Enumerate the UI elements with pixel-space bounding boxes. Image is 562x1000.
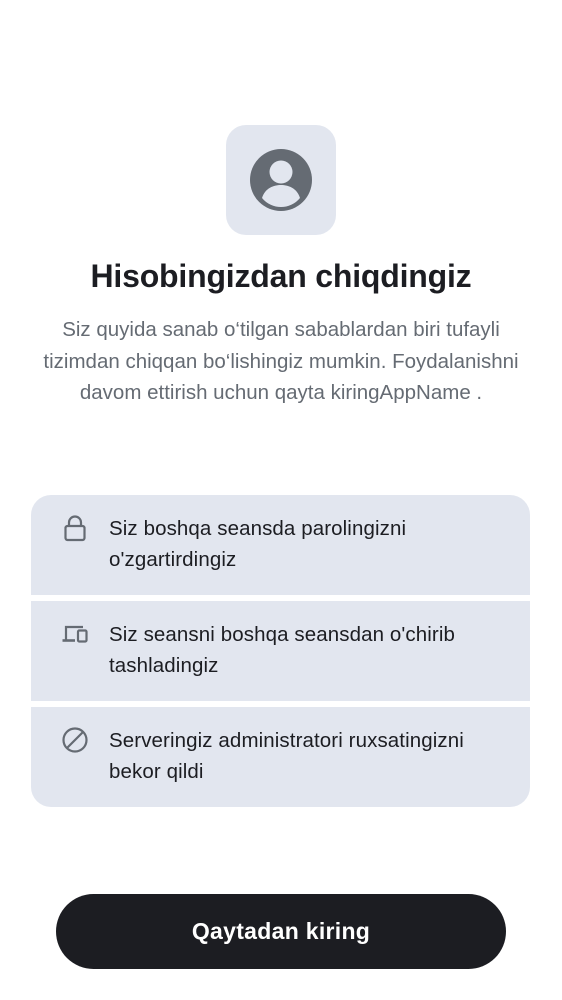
page-title: Hisobingizdan chiqdingiz xyxy=(90,258,472,294)
page-subtitle: Siz quyida sanab o‘tilgan sabablardan bi… xyxy=(43,318,519,404)
sign-in-again-button[interactable]: Qaytadan kiring xyxy=(56,894,506,969)
avatar-container xyxy=(226,125,336,235)
reason-text: Serveringiz administratori ruxsatingizni… xyxy=(109,729,464,783)
reason-item-password-changed: Siz boshqa seansda parolingizni o'zgarti… xyxy=(31,495,530,595)
user-avatar-icon xyxy=(250,149,312,211)
reason-text: Siz boshqa seansda parolingizni o'zgarti… xyxy=(109,517,407,571)
devices-icon xyxy=(62,625,88,643)
reason-text: Siz seansni boshqa seansdan o'chirib tas… xyxy=(109,623,455,677)
reason-item-session-removed: Siz seansni boshqa seansdan o'chirib tas… xyxy=(31,601,530,701)
reason-item-access-revoked: Serveringiz administratori ruxsatingizni… xyxy=(31,707,530,807)
block-icon xyxy=(62,727,88,753)
lock-icon xyxy=(64,515,86,542)
reasons-list: Siz boshqa seansda parolingizni o'zgarti… xyxy=(31,495,530,807)
